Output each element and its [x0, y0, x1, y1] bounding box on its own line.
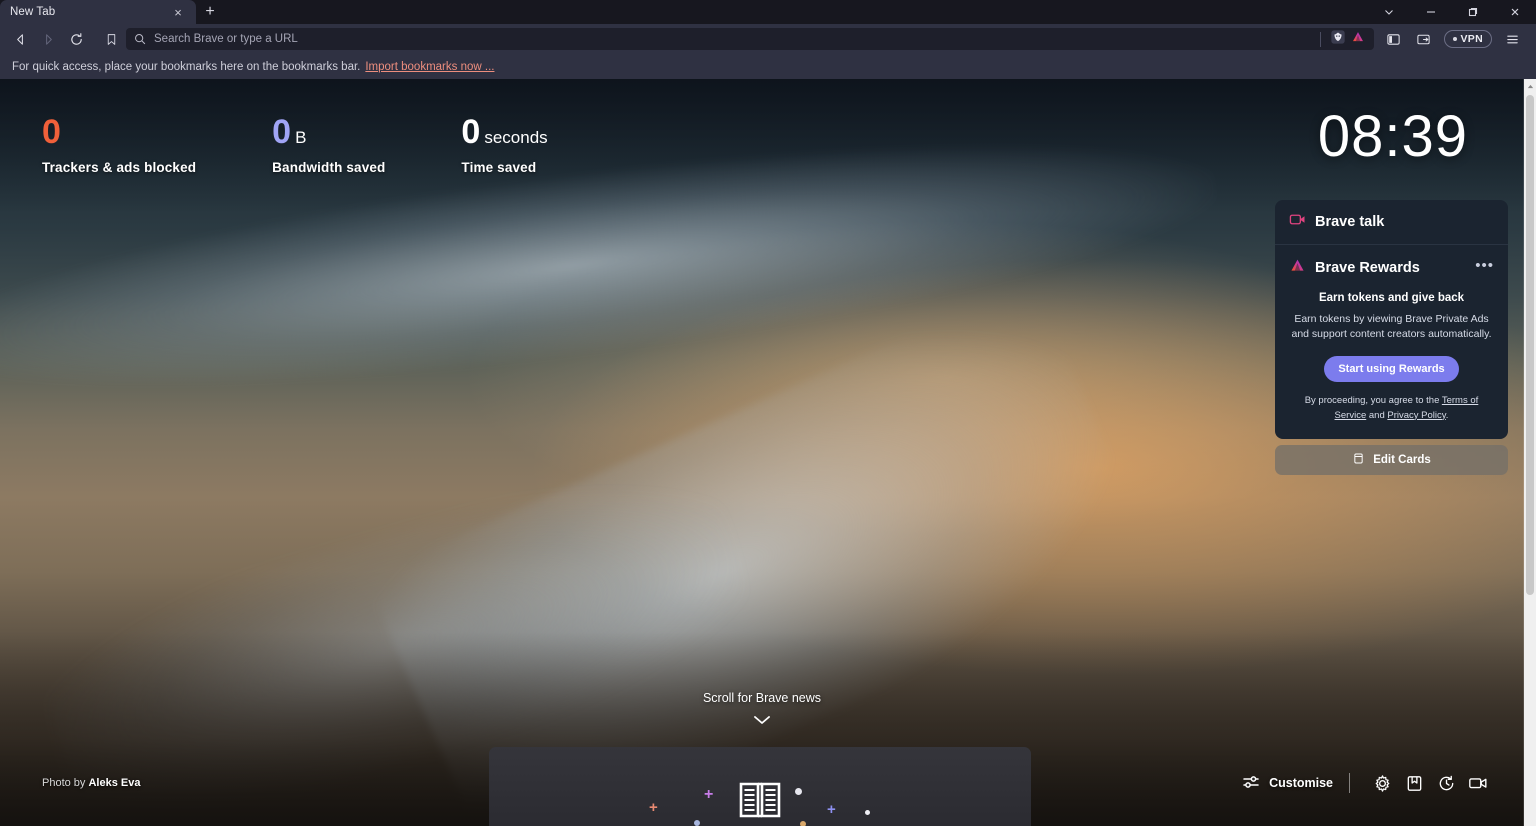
toolbar-right-actions: VPN [1380, 26, 1531, 52]
photo-credit-author: Aleks Eva [88, 777, 141, 789]
stat-time-saved: 0 seconds Time saved [461, 115, 547, 175]
scrollbar-thumb[interactable] [1526, 95, 1534, 595]
title-bar: New Tab × + [0, 0, 1536, 24]
browser-toolbar: Search Brave or type a URL VPN [0, 24, 1536, 54]
sparkle-icon: + [827, 801, 836, 818]
tab-title: New Tab [10, 6, 56, 18]
chevron-down-icon[interactable] [752, 713, 772, 731]
forward-icon [34, 26, 62, 52]
stat-trackers-blocked: 0 Trackers & ads blocked [42, 115, 196, 175]
chevron-down-icon[interactable] [1368, 0, 1410, 24]
bottom-divider [1349, 773, 1350, 793]
new-tab-page: 0 Trackers & ads blocked 0 B Bandwidth s… [0, 79, 1524, 826]
sparkle-dot [865, 810, 870, 815]
brave-talk-title: Brave talk [1315, 214, 1385, 230]
sparkle-icon: + [704, 786, 714, 803]
stat-label: Trackers & ads blocked [42, 160, 197, 175]
bookmarks-bar: For quick access, place your bookmarks h… [0, 54, 1536, 79]
search-icon [134, 33, 146, 45]
bookmark-icon[interactable] [96, 26, 126, 52]
menu-icon[interactable] [1498, 26, 1526, 52]
scroll-for-news[interactable]: Scroll for Brave news [0, 691, 1524, 731]
brave-shields-icon[interactable] [1330, 29, 1346, 50]
brave-talk-card[interactable]: Brave talk [1275, 200, 1508, 245]
rewards-terms: By proceeding, you agree to the Terms of… [1289, 394, 1494, 423]
video-camera-icon [1289, 211, 1306, 233]
stat-unit: seconds [484, 128, 548, 147]
address-bar[interactable]: Search Brave or type a URL [126, 28, 1374, 50]
privacy-stats: 0 Trackers & ads blocked 0 B Bandwidth s… [42, 115, 548, 175]
stat-unit: B [295, 128, 307, 147]
brave-rewards-card: Brave Rewards ••• Earn tokens and give b… [1275, 245, 1508, 439]
terms-middle: and [1366, 409, 1388, 421]
rewards-subtitle: Earn tokens and give back [1318, 292, 1465, 304]
import-bookmarks-link[interactable]: Import bookmarks now ... [365, 61, 494, 73]
stat-label: Bandwidth saved [272, 160, 386, 175]
customise-button[interactable]: Customise [1242, 774, 1333, 793]
edit-cards-label: Edit Cards [1373, 453, 1431, 466]
card-stack: Brave talk Brave Rewards ••• Earn tokens… [1275, 200, 1508, 475]
edit-cards-button[interactable]: Edit Cards [1275, 444, 1508, 475]
back-icon[interactable] [6, 26, 34, 52]
stat-label: Time saved [461, 160, 537, 175]
sparkle-dot [694, 820, 700, 826]
browser-tab[interactable]: New Tab × [0, 0, 196, 24]
close-icon[interactable] [1494, 0, 1536, 24]
sliders-icon [1242, 774, 1260, 793]
start-using-rewards-button[interactable]: Start using Rewards [1324, 356, 1459, 383]
open-book-icon [738, 780, 782, 825]
more-options-icon[interactable]: ••• [1475, 258, 1494, 275]
bookmarks-bar-message: For quick access, place your bookmarks h… [12, 60, 361, 73]
stat-bandwidth-saved: 0 B Bandwidth saved [272, 115, 385, 175]
scroll-news-label: Scroll for Brave news [702, 691, 822, 705]
minimize-icon[interactable] [1410, 0, 1452, 24]
brave-rewards-title: Brave Rewards [1315, 260, 1420, 276]
gear-icon[interactable] [1366, 770, 1398, 796]
sidebar-icon[interactable] [1380, 26, 1408, 52]
cards-icon [1352, 452, 1365, 468]
stat-value: 0 [272, 113, 292, 151]
terms-suffix: . [1445, 409, 1449, 421]
reload-icon[interactable] [62, 26, 90, 52]
brave-rewards-icon[interactable] [1350, 29, 1366, 50]
vpn-label: VPN [1460, 33, 1483, 45]
history-icon[interactable] [1430, 770, 1462, 796]
bookmarks-icon[interactable] [1398, 770, 1430, 796]
vpn-button[interactable]: VPN [1443, 30, 1492, 48]
window-controls [1368, 0, 1536, 24]
photo-credit: Photo by Aleks Eva [42, 777, 140, 789]
omnibox-divider [1319, 31, 1321, 47]
customise-label: Customise [1269, 776, 1333, 790]
stat-value: 0 [461, 113, 481, 151]
close-icon[interactable]: × [170, 4, 186, 20]
stat-value: 0 [42, 113, 61, 151]
terms-prefix: By proceeding, you agree to the [1304, 395, 1442, 407]
restore-icon[interactable] [1452, 0, 1494, 24]
ntp-bottom-controls: Customise [1242, 770, 1494, 796]
brave-news-peek-panel[interactable]: + + + [489, 747, 1031, 826]
search-input[interactable]: Search Brave or type a URL [154, 33, 1315, 45]
video-icon[interactable] [1462, 770, 1494, 796]
new-tab-button[interactable]: + [196, 0, 224, 24]
sparkle-dot [795, 788, 802, 795]
page-scrollbar[interactable] [1524, 79, 1536, 826]
vpn-status-dot [1452, 37, 1457, 41]
privacy-policy-link[interactable]: Privacy Policy [1387, 410, 1445, 421]
rewards-description: Earn tokens by viewing Brave Private Ads… [1291, 313, 1492, 341]
scroll-up-arrow-icon[interactable] [1524, 79, 1536, 93]
photo-credit-prefix: Photo by [42, 777, 89, 789]
clock: 08:39 [1317, 104, 1468, 169]
brave-triangle-icon [1289, 257, 1306, 279]
sparkle-icon: + [649, 799, 658, 816]
wallet-icon[interactable] [1410, 26, 1438, 52]
sparkle-dot [800, 821, 806, 826]
